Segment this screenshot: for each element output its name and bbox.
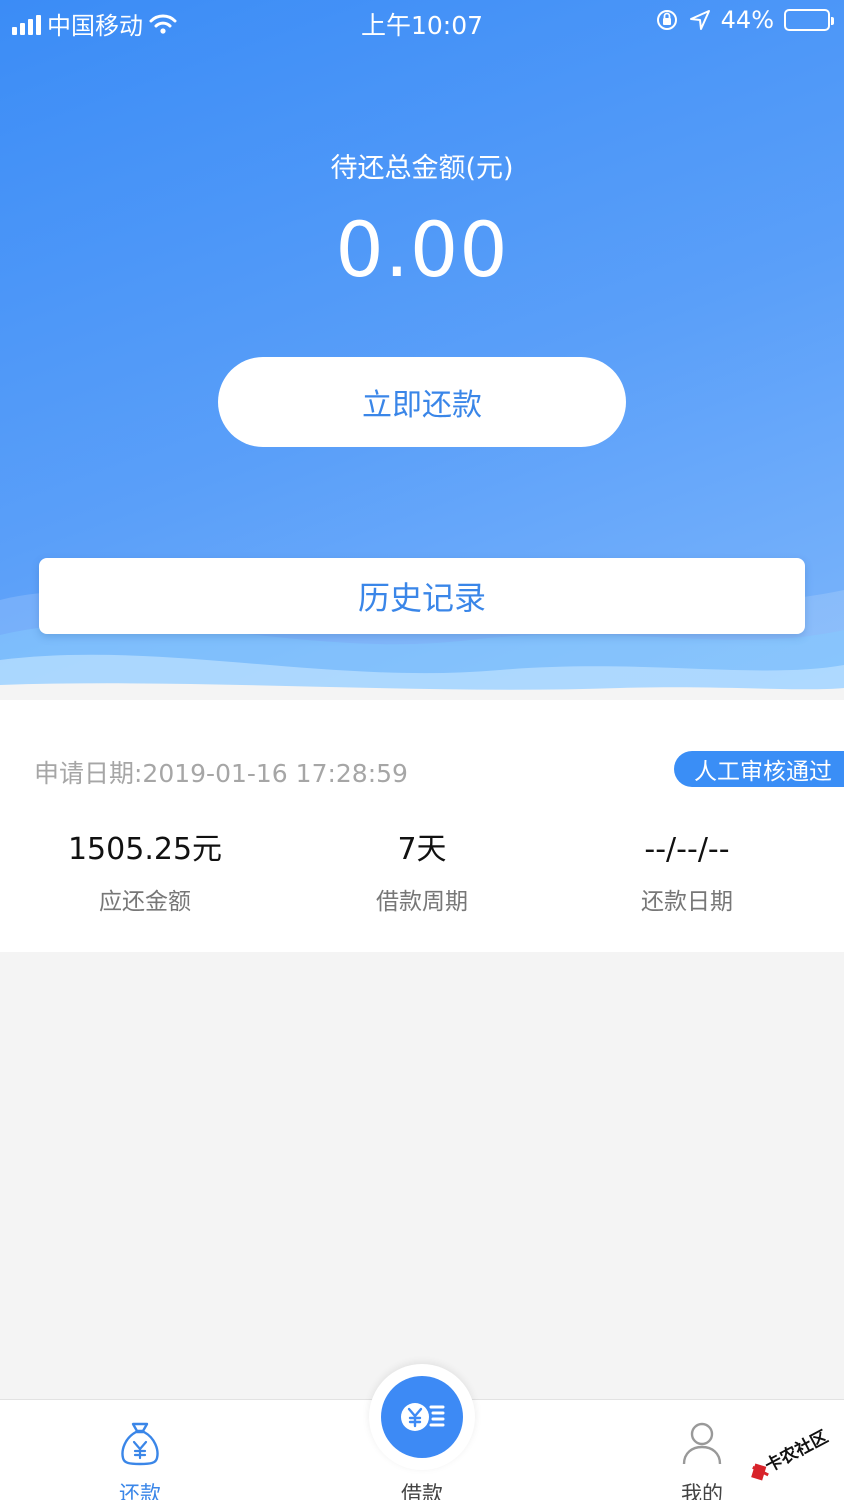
watermark-logo: 卡农社区 [751,1426,832,1481]
stat-label: 应还金额 [99,889,191,915]
location-arrow-icon [689,10,710,30]
stat-value: 1505.25元 [67,832,223,867]
stat-loan-period: 7天 借款周期 [277,828,567,916]
battery-percent: 44% [720,6,774,34]
status-bar: 中国移动 上午10:07 44% [0,0,844,42]
stat-label: 借款周期 [376,889,468,915]
watermark-text: 卡农社区 [762,1426,832,1476]
stat-label: 还款日期 [641,889,733,915]
borrow-fab-inner[interactable] [381,1376,463,1458]
stat-value: --/--/-- [644,832,730,867]
stat-value: 7天 [397,832,447,867]
total-due-label: 待还总金额(元) [330,153,514,184]
history-records-button[interactable]: 历史记录 [39,558,805,634]
apply-date: 申请日期:2019-01-16 17:28:59 [34,759,408,788]
stat-amount-due: 1505.25元 应还金额 [0,828,290,916]
loan-card: 申请日期:2019-01-16 17:28:59 人工审核通过 1505.25元… [0,700,844,952]
battery-icon [784,9,834,31]
status-badge: 人工审核通过 [674,751,844,787]
stat-repay-date: --/--/-- 还款日期 [542,828,832,916]
tab-label: 借款 [401,1482,443,1500]
rotation-lock-icon [656,10,677,30]
yuan-coin-icon [401,1403,445,1431]
total-due-amount: 0.00 [335,205,509,294]
money-bag-icon [121,1422,159,1466]
repay-now-button[interactable]: 立即还款 [218,357,626,447]
borrow-fab[interactable] [369,1364,475,1470]
tab-label: 还款 [119,1482,161,1500]
tab-repay[interactable]: 还款 [70,1418,210,1500]
user-icon [682,1422,722,1465]
